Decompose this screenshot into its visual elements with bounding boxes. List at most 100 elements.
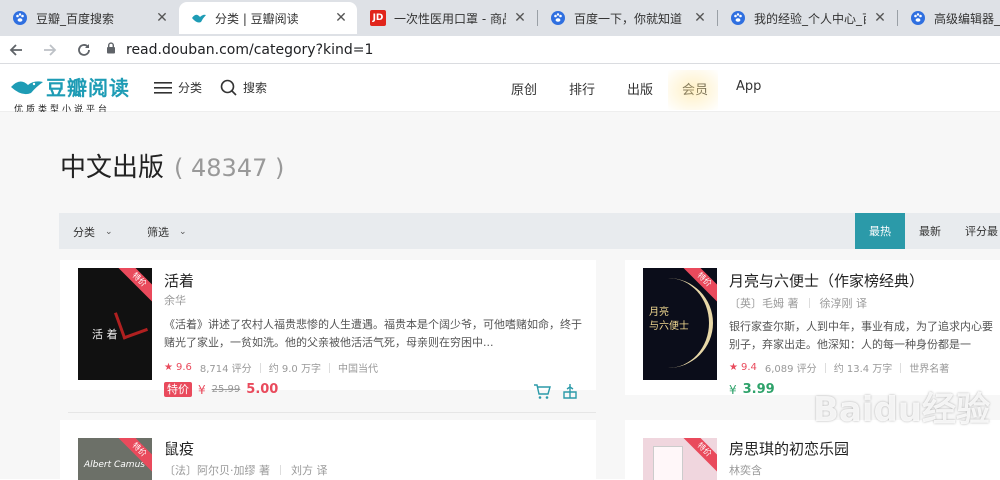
sort-rating-button[interactable]: 评分最 xyxy=(955,213,1000,249)
star-icon: ★ xyxy=(164,362,173,373)
currency-symbol: ¥ xyxy=(729,382,737,397)
baidu-paw-icon xyxy=(730,10,746,26)
book-price: ¥ 3.99 xyxy=(729,382,775,397)
close-icon[interactable]: ✕ xyxy=(333,10,349,26)
nav-membership[interactable]: 会员 xyxy=(682,79,708,98)
category-menu-link[interactable]: 分类 xyxy=(154,79,202,96)
search-icon xyxy=(220,79,237,96)
cover-title: 活 着 xyxy=(92,328,118,341)
browser-tab[interactable]: 豆瓣_百度搜索 ✕ xyxy=(0,2,178,34)
lock-icon xyxy=(106,41,116,58)
main-content: 中文出版 ( 48347 ) 分类 ⌄ 筛选 ⌄ 最热 最新 评分最 活 着 特… xyxy=(0,112,1000,480)
close-icon[interactable]: ✕ xyxy=(692,10,708,26)
cover-art xyxy=(653,446,683,480)
browser-toolbar: read.douban.com/category?kind=1 xyxy=(0,36,1000,64)
forward-arrow-icon[interactable] xyxy=(38,38,62,62)
sort-hottest-button[interactable]: 最热 xyxy=(855,213,905,249)
book-title[interactable]: 活着 xyxy=(164,270,194,291)
cart-icon[interactable] xyxy=(532,382,552,402)
book-title[interactable]: 月亮与六便士（作家榜经典） xyxy=(729,270,924,291)
search-link-label: 搜索 xyxy=(243,81,268,95)
nav-original[interactable]: 原创 xyxy=(511,79,537,98)
jd-icon: JD xyxy=(370,10,386,26)
book-card[interactable]: 特价 房思琪的初恋乐园 林奕含 xyxy=(625,420,1000,480)
close-icon[interactable]: ✕ xyxy=(154,10,170,26)
divider xyxy=(259,362,261,373)
browser-tab[interactable]: JD 一次性医用口罩 - 商品搜 ✕ xyxy=(358,2,536,34)
book-cover[interactable]: Albert Camus 特价 xyxy=(78,438,152,480)
douban-read-logo-icon xyxy=(11,80,43,94)
category-dropdown-label: 分类 xyxy=(73,226,95,239)
book-title[interactable]: 鼠疫 xyxy=(164,438,194,459)
tab-title: 分类 | 豆瓣阅读 xyxy=(215,11,299,26)
book-card[interactable]: 月亮 与六便士 特价 月亮与六便士（作家榜经典） 〔英〕毛姆 著 徐淳刚 译 银… xyxy=(625,260,1000,397)
tab-title: 高级编辑器_百度 xyxy=(934,11,1000,26)
browser-tab-bar: 豆瓣_百度搜索 ✕ 分类 | 豆瓣阅读 ✕ JD 一次性医用口罩 - 商品搜 ✕… xyxy=(0,0,1000,36)
filter-dropdown-label: 筛选 xyxy=(147,226,169,239)
brand-name: 豆瓣阅读 xyxy=(46,76,130,100)
book-author[interactable]: 〔法〕阿尔贝·加缪 著 xyxy=(164,462,270,478)
cover-title: Albert Camus xyxy=(84,460,145,470)
sale-price: 5.00 xyxy=(246,382,279,397)
divider xyxy=(900,362,902,373)
nav-app[interactable]: App xyxy=(736,79,761,94)
divider xyxy=(824,362,826,373)
sale-tag: 特价 xyxy=(164,382,192,397)
browser-tab[interactable]: 高级编辑器_百度 xyxy=(898,2,1000,34)
book-translator[interactable]: 刘方 译 xyxy=(291,462,328,478)
book-cover[interactable]: 特价 xyxy=(643,438,717,480)
browser-tab-active[interactable]: 分类 | 豆瓣阅读 ✕ xyxy=(179,2,357,34)
close-icon[interactable]: ✕ xyxy=(872,10,888,26)
reload-icon[interactable] xyxy=(72,38,96,62)
tab-title: 我的经验_个人中心_百度 xyxy=(754,11,866,26)
book-cover[interactable]: 活 着 特价 xyxy=(78,268,152,380)
book-price: 特价 ¥ 25.99 5.00 xyxy=(164,382,278,397)
search-link[interactable]: 搜索 xyxy=(220,79,267,96)
close-icon[interactable]: ✕ xyxy=(512,10,528,26)
hamburger-menu-icon xyxy=(154,81,172,94)
book-author-line: 〔英〕毛姆 著 徐淳刚 译 xyxy=(729,295,867,311)
book-author-line: 〔法〕阿尔贝·加缪 著 刘方 译 xyxy=(164,462,328,478)
book-card[interactable]: 活 着 特价 活着 余华 《活着》讲述了农村人福贵悲惨的人生遭遇。福贵本是个阔少… xyxy=(60,260,596,399)
tab-title: 一次性医用口罩 - 商品搜 xyxy=(394,11,506,26)
rating-count: 8,714 评分 xyxy=(199,364,252,375)
nav-ranking[interactable]: 排行 xyxy=(569,79,595,98)
sale-ribbon: 特价 xyxy=(680,438,717,474)
book-translator[interactable]: 徐淳刚 译 xyxy=(820,295,868,311)
sale-ribbon: 特价 xyxy=(115,268,152,304)
word-count: 约 9.0 万字 xyxy=(268,364,321,375)
rating-score: 9.4 xyxy=(740,362,757,373)
divider xyxy=(328,362,330,373)
url-text: read.douban.com/category?kind=1 xyxy=(126,41,374,58)
book-cover[interactable]: 月亮 与六便士 特价 xyxy=(643,268,717,380)
word-count: 约 13.4 万字 xyxy=(833,364,893,375)
book-author[interactable]: 〔英〕毛姆 著 xyxy=(729,295,799,311)
browser-tab[interactable]: 我的经验_个人中心_百度 ✕ xyxy=(718,2,896,34)
sort-newest-button[interactable]: 最新 xyxy=(905,213,955,249)
book-author[interactable]: 余华 xyxy=(164,292,186,308)
gift-icon[interactable] xyxy=(560,381,580,401)
back-arrow-icon[interactable] xyxy=(4,38,28,62)
book-genre[interactable]: 中国当代 xyxy=(338,360,378,375)
browser-tab[interactable]: 百度一下，你就知道 ✕ xyxy=(538,2,716,34)
chevron-down-icon: ⌄ xyxy=(105,227,113,237)
address-bar[interactable]: read.douban.com/category?kind=1 xyxy=(106,42,373,58)
rating-count: 6,089 评分 xyxy=(764,364,817,375)
category-dropdown[interactable]: 分类 ⌄ xyxy=(73,224,113,240)
sale-price: 3.99 xyxy=(742,382,775,397)
book-genre[interactable]: 世界名著 xyxy=(909,360,949,375)
filter-dropdown[interactable]: 筛选 ⌄ xyxy=(147,224,187,240)
site-logo[interactable]: 豆瓣阅读 优质类型小说平台 xyxy=(10,72,130,115)
book-card[interactable]: Albert Camus 特价 鼠疫 〔法〕阿尔贝·加缪 著 刘方 译 xyxy=(60,420,596,480)
book-author[interactable]: 林奕含 xyxy=(729,462,762,478)
baidu-paw-icon xyxy=(12,10,28,26)
original-price: 25.99 xyxy=(211,384,241,395)
book-meta: ★ 9.6 8,714 评分 约 9.0 万字 中国当代 xyxy=(164,360,378,375)
book-description: 《活着》讲述了农村人福贵悲惨的人生遭遇。福贵本是个阔少爷，可他嗜赌如命，终于赌光… xyxy=(164,318,582,349)
book-meta: ★ 9.4 6,089 评分 约 13.4 万字 世界名著 xyxy=(729,360,949,375)
star-icon: ★ xyxy=(729,362,738,373)
page-title-text: 中文出版 xyxy=(60,153,165,183)
tab-title: 百度一下，你就知道 xyxy=(574,11,683,26)
nav-publishing[interactable]: 出版 xyxy=(627,79,653,98)
book-title[interactable]: 房思琪的初恋乐园 xyxy=(729,438,849,459)
